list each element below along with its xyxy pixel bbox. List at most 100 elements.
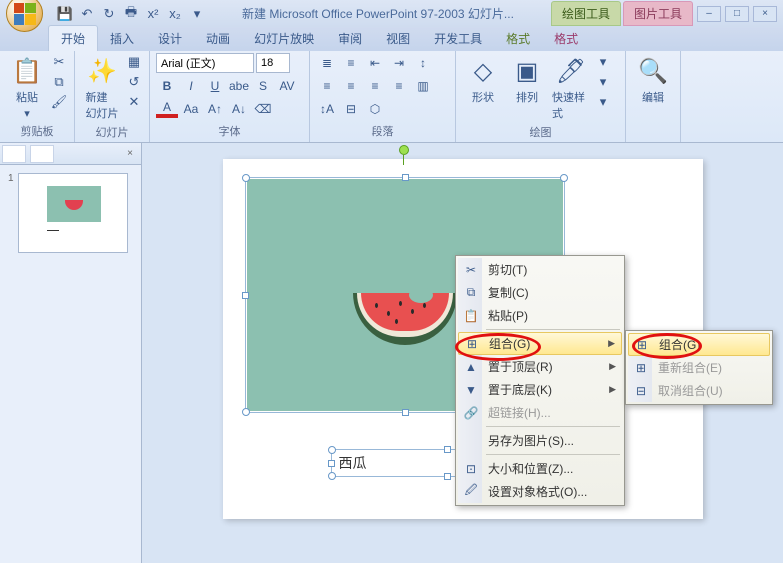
reset-icon[interactable]: ↺ — [125, 73, 143, 91]
delete-icon[interactable]: ✕ — [125, 93, 143, 111]
columns-button[interactable]: ▥ — [412, 76, 434, 96]
sup-icon[interactable]: x² — [145, 6, 161, 22]
bold-button[interactable]: B — [156, 76, 178, 96]
justify-button[interactable]: ≡ — [388, 76, 410, 96]
tab-review[interactable]: 审阅 — [326, 26, 374, 51]
menu-paste[interactable]: 📋粘贴(P) — [458, 304, 622, 327]
quickstyle-icon: 🖊 — [555, 55, 587, 87]
tab-home[interactable]: 开始 — [48, 25, 98, 51]
group-editing: 🔍编辑 — [626, 51, 681, 142]
ribbon: 📋 粘贴 ▾ ✂ ⧉ 🖌 剪贴板 ✨ 新建 幻灯片 ▦ ↺ ✕ 幻灯片 — [0, 51, 783, 143]
cut-icon: ✂ — [463, 262, 479, 278]
picture-tools-tab[interactable]: 图片工具 — [623, 1, 693, 26]
regroup-icon: ⊞ — [633, 360, 649, 376]
maximize-button[interactable]: □ — [725, 6, 749, 22]
clear-format-button[interactable]: ⌫ — [252, 99, 274, 119]
shape-fill-icon[interactable]: ▾ — [594, 53, 612, 71]
minimize-button[interactable]: – — [697, 6, 721, 22]
drawing-tools-tab[interactable]: 绘图工具 — [551, 1, 621, 26]
editing-button[interactable]: 🔍编辑 — [632, 53, 674, 107]
new-slide-button[interactable]: ✨ 新建 幻灯片 — [81, 53, 123, 123]
new-slide-icon: ✨ — [86, 55, 118, 87]
menu-format-object[interactable]: 🖉设置对象格式(O)... — [458, 480, 622, 503]
slide-thumbnail[interactable]: 1 — [8, 173, 133, 253]
save-icon[interactable]: 💾 — [57, 6, 73, 22]
menu-cut[interactable]: ✂剪切(T) — [458, 258, 622, 281]
group-paragraph: ≣ ≡ ⇤ ⇥ ↕ ≡ ≡ ≡ ≡ ▥ ↕A ⊟ ⬡ 段落 — [310, 51, 456, 142]
copy-icon[interactable]: ⧉ — [50, 73, 68, 91]
font-name-combo[interactable]: Arial (正文) — [156, 53, 254, 73]
group-icon: ⊞ — [634, 337, 650, 353]
italic-button[interactable]: I — [180, 76, 202, 96]
tab-format-drawing[interactable]: 格式 — [494, 26, 542, 51]
font-size-combo[interactable]: 18 — [256, 53, 290, 73]
shape-effects-icon[interactable]: ▾ — [594, 93, 612, 111]
redo-icon[interactable]: ↻ — [101, 6, 117, 22]
menu-bring-front[interactable]: ▲置于顶层(R)▶ — [458, 355, 622, 378]
shapes-icon: ◇ — [467, 55, 499, 87]
arrange-button[interactable]: ▣排列 — [506, 53, 548, 107]
group-font: Arial (正文) 18 B I U abe S AV A Aa A↑ A↓ … — [150, 51, 310, 142]
tab-view[interactable]: 视图 — [374, 26, 422, 51]
sub-icon[interactable]: x₂ — [167, 6, 183, 22]
indent-dec-button[interactable]: ⇤ — [364, 53, 386, 73]
tab-insert[interactable]: 插入 — [98, 26, 146, 51]
underline-button[interactable]: U — [204, 76, 226, 96]
submenu-arrow-icon: ▶ — [609, 384, 616, 395]
cut-icon[interactable]: ✂ — [50, 53, 68, 71]
smartart-button[interactable]: ⬡ — [364, 99, 386, 119]
menu-save-as-picture[interactable]: 另存为图片(S)... — [458, 429, 622, 452]
slide-panel: × 1 — [0, 143, 142, 563]
outline-tab-icon[interactable] — [30, 145, 54, 163]
panel-close-icon[interactable]: × — [123, 147, 137, 161]
copy-icon: ⧉ — [463, 285, 479, 301]
tab-format-picture[interactable]: 格式 — [542, 26, 590, 51]
find-icon: 🔍 — [637, 55, 669, 87]
shadow-button[interactable]: S — [252, 76, 274, 96]
ribbon-tabs: 开始 插入 设计 动画 幻灯片放映 审阅 视图 开发工具 格式 格式 — [0, 27, 783, 51]
undo-icon[interactable]: ↶ — [79, 6, 95, 22]
group-slides: ✨ 新建 幻灯片 ▦ ↺ ✕ 幻灯片 — [75, 51, 150, 142]
change-case-button[interactable]: Aa — [180, 99, 202, 119]
format-painter-icon[interactable]: 🖌 — [50, 93, 68, 111]
align-text-button[interactable]: ⊟ — [340, 99, 362, 119]
shrink-font-button[interactable]: A↓ — [228, 99, 250, 119]
save-picture-icon — [463, 433, 479, 449]
tab-design[interactable]: 设计 — [146, 26, 194, 51]
line-spacing-button[interactable]: ↕ — [412, 53, 434, 73]
strike-button[interactable]: abe — [228, 76, 250, 96]
align-left-button[interactable]: ≡ — [316, 76, 338, 96]
menu-copy[interactable]: ⧉复制(C) — [458, 281, 622, 304]
align-right-button[interactable]: ≡ — [364, 76, 386, 96]
grow-font-button[interactable]: A↑ — [204, 99, 226, 119]
rotation-handle[interactable] — [399, 145, 409, 155]
shape-outline-icon[interactable]: ▾ — [594, 73, 612, 91]
text-direction-button[interactable]: ↕A — [316, 99, 338, 119]
menu-hyperlink: 🔗超链接(H)... — [458, 401, 622, 424]
paste-button[interactable]: 📋 粘贴 ▾ — [6, 53, 48, 122]
spacing-button[interactable]: AV — [276, 76, 298, 96]
tab-slideshow[interactable]: 幻灯片放映 — [242, 26, 326, 51]
menu-send-back[interactable]: ▼置于底层(K)▶ — [458, 378, 622, 401]
indent-inc-button[interactable]: ⇥ — [388, 53, 410, 73]
send-back-icon: ▼ — [463, 382, 479, 398]
menu-size-position[interactable]: ⊡大小和位置(Z)... — [458, 457, 622, 480]
textbox-content[interactable]: 西瓜 — [339, 453, 367, 473]
group-drawing: ◇形状 ▣排列 🖊快速样式 ▾ ▾ ▾ 绘图 — [456, 51, 626, 142]
qat-more-icon[interactable]: ▾ — [189, 6, 205, 22]
print-icon[interactable]: 🖶 — [123, 6, 139, 22]
shapes-button[interactable]: ◇形状 — [462, 53, 504, 107]
layout-icon[interactable]: ▦ — [125, 53, 143, 71]
slides-tab-icon[interactable] — [2, 145, 26, 163]
menu-group[interactable]: ⊞组合(G)▶ — [458, 332, 622, 355]
align-center-button[interactable]: ≡ — [340, 76, 362, 96]
submenu-group[interactable]: ⊞组合(G) — [628, 333, 770, 356]
bullets-button[interactable]: ≣ — [316, 53, 338, 73]
tab-animation[interactable]: 动画 — [194, 26, 242, 51]
font-color-button[interactable]: A — [156, 99, 178, 119]
tab-developer[interactable]: 开发工具 — [422, 26, 494, 51]
quickstyle-button[interactable]: 🖊快速样式 — [550, 53, 592, 123]
numbering-button[interactable]: ≡ — [340, 53, 362, 73]
close-button[interactable]: × — [753, 6, 777, 22]
paste-icon: 📋 — [463, 308, 479, 324]
